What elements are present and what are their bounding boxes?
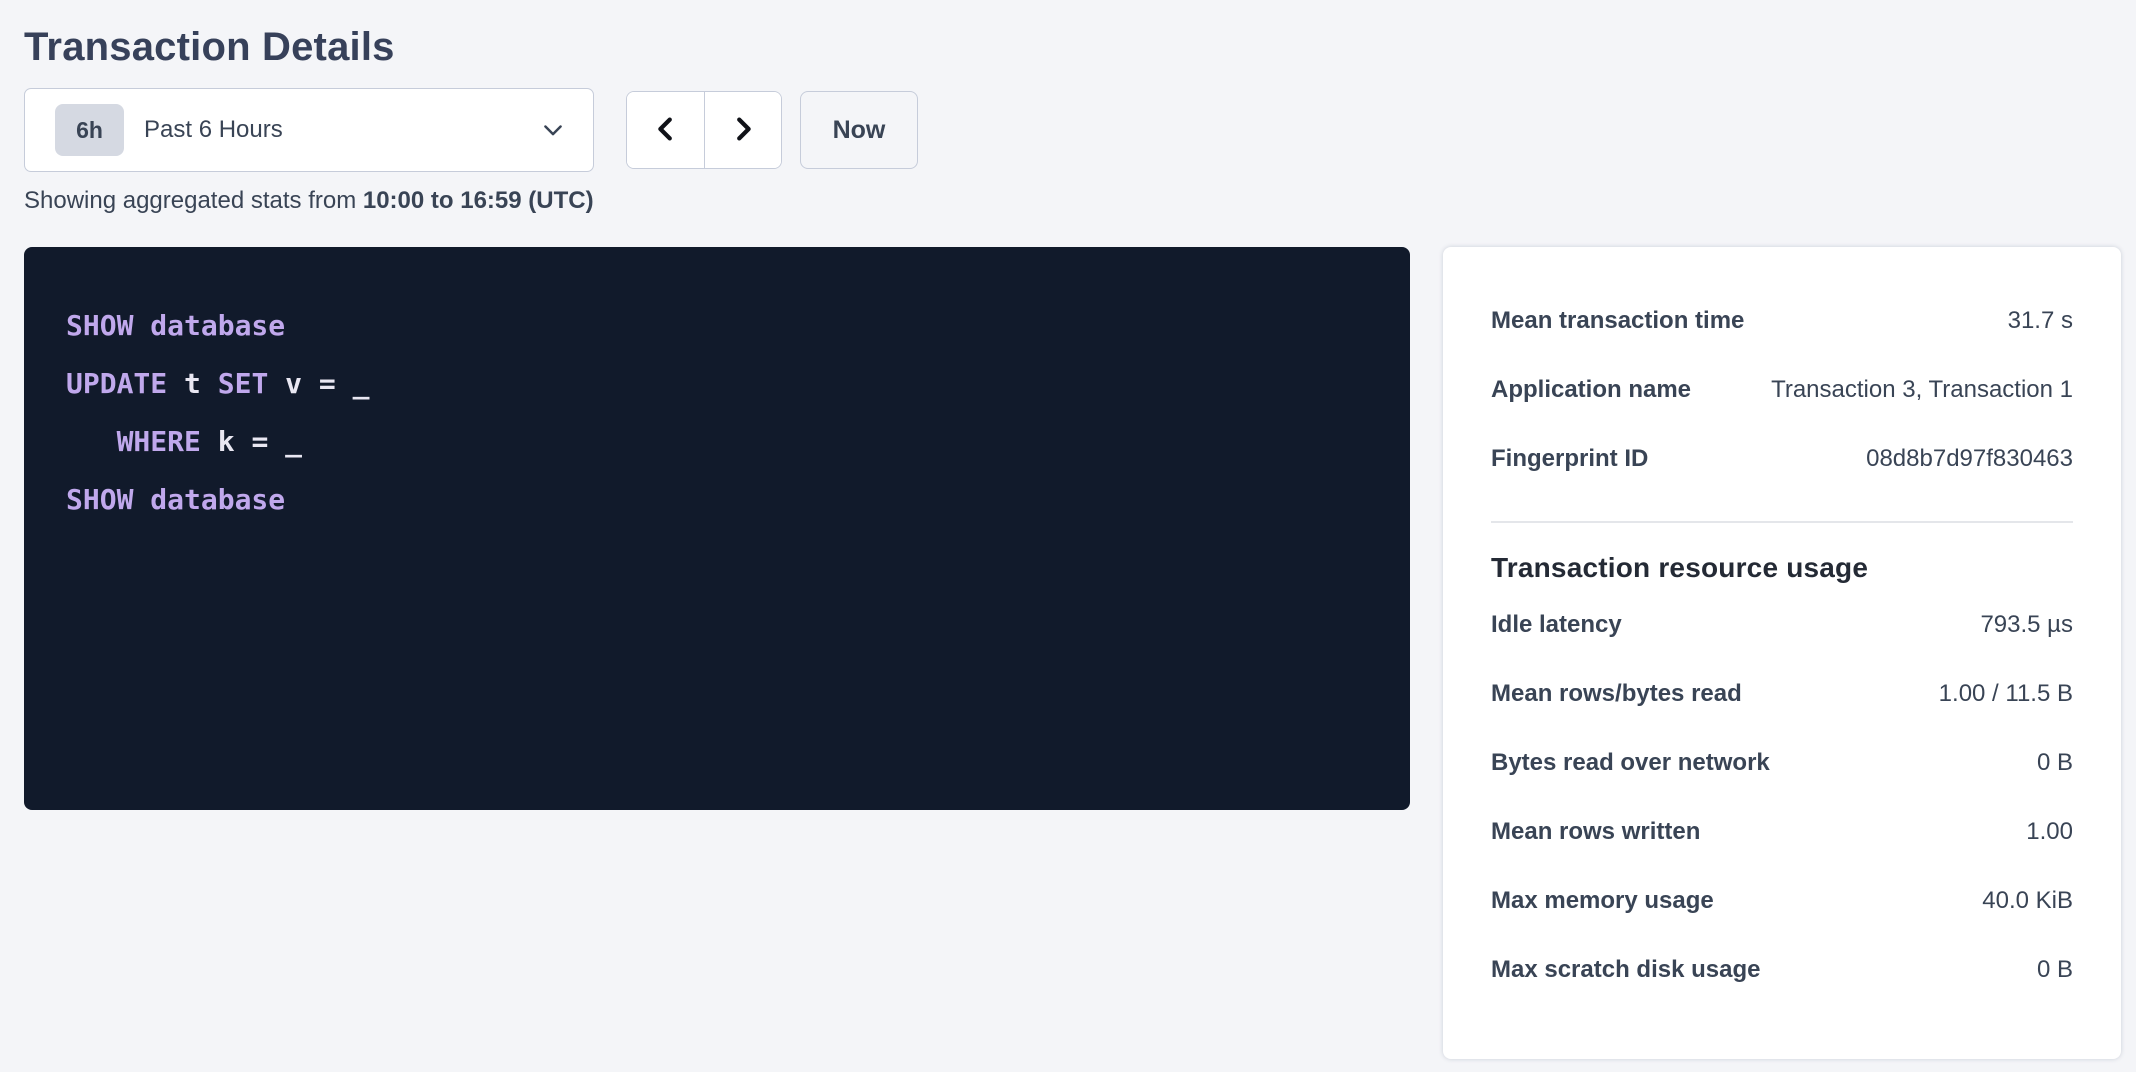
stat-row: Bytes read over network 0 B — [1491, 728, 2073, 797]
main-content: SHOW databaseUPDATE t SET v = _ WHERE k … — [24, 247, 2136, 1059]
transaction-stats-card: Mean transaction time 31.7 s Application n… — [1443, 247, 2121, 1059]
now-button[interactable]: Now — [800, 91, 918, 169]
stat-label: Fingerprint ID — [1491, 445, 1672, 473]
page-title: Transaction Details — [24, 24, 2136, 70]
stat-value: 1.00 / 11.5 B — [1939, 680, 2073, 708]
stat-row: Fingerprint ID 08d8b7d97f830463 — [1491, 424, 2073, 493]
stat-value: 1.00 — [2026, 818, 2073, 846]
stat-value: Transaction 3, Transaction 1 — [1771, 376, 2073, 404]
sql-line: SHOW database — [66, 297, 1368, 355]
sql-line: SHOW database — [66, 471, 1368, 529]
stat-value: 0 B — [2037, 956, 2073, 984]
sql-line: UPDATE t SET v = _ — [66, 355, 1368, 413]
prev-time-range-button[interactable] — [627, 92, 704, 168]
chevron-down-icon — [539, 116, 567, 144]
chevron-right-icon — [728, 112, 758, 149]
time-controls: 6h Past 6 Hours Now — [24, 88, 2136, 172]
stat-row: Max memory usage 40.0 KiB — [1491, 866, 2073, 935]
stat-row: Mean rows written 1.00 — [1491, 797, 2073, 866]
stat-value: 0 B — [2037, 749, 2073, 777]
caption-prefix: Showing aggregated stats from — [24, 187, 363, 214]
time-range-dropdown[interactable]: 6h Past 6 Hours — [24, 88, 594, 172]
stat-label: Max scratch disk usage — [1491, 956, 1784, 984]
stat-value: 793.5 µs — [1980, 611, 2073, 639]
card-divider — [1491, 521, 2073, 523]
stat-label: Mean transaction time — [1491, 307, 1768, 335]
stat-row: Mean transaction time 31.7 s — [1491, 286, 2073, 355]
summary-rows: Mean transaction time 31.7 s Application n… — [1491, 286, 2073, 493]
stat-label: Mean rows/bytes read — [1491, 680, 1766, 708]
resource-usage-heading: Transaction resource usage — [1491, 552, 2073, 584]
aggregation-caption: Showing aggregated stats from 10:00 to 1… — [24, 186, 2136, 216]
stat-row: Max scratch disk usage 0 B — [1491, 935, 2073, 1004]
chevron-left-icon — [651, 112, 681, 149]
sql-line: WHERE k = _ — [66, 413, 1368, 471]
stat-label: Bytes read over network — [1491, 749, 1794, 777]
time-range-label: Past 6 Hours — [144, 116, 283, 144]
next-time-range-button[interactable] — [704, 92, 781, 168]
stat-value: 31.7 s — [2008, 307, 2073, 335]
stat-label: Idle latency — [1491, 611, 1646, 639]
time-range-badge: 6h — [55, 104, 124, 156]
stat-label: Application name — [1491, 376, 1715, 404]
resource-rows: Idle latency 793.5 µs Mean rows/bytes read… — [1491, 590, 2073, 1004]
transaction-details-page: Transaction Details 6h Past 6 Hours Now … — [0, 0, 2136, 1072]
stat-value: 40.0 KiB — [1982, 887, 2073, 915]
stat-row: Idle latency 793.5 µs — [1491, 590, 2073, 659]
sql-statements-box: SHOW databaseUPDATE t SET v = _ WHERE k … — [24, 247, 1410, 810]
caption-time-range: 10:00 to 16:59 (UTC) — [363, 187, 594, 214]
stat-row: Application name Transaction 3, Transacti… — [1491, 355, 2073, 424]
stat-label: Max memory usage — [1491, 887, 1738, 915]
stat-row: Mean rows/bytes read 1.00 / 11.5 B — [1491, 659, 2073, 728]
stat-label: Mean rows written — [1491, 818, 1724, 846]
time-nav-button-group — [626, 91, 782, 169]
stat-value: 08d8b7d97f830463 — [1866, 445, 2073, 473]
